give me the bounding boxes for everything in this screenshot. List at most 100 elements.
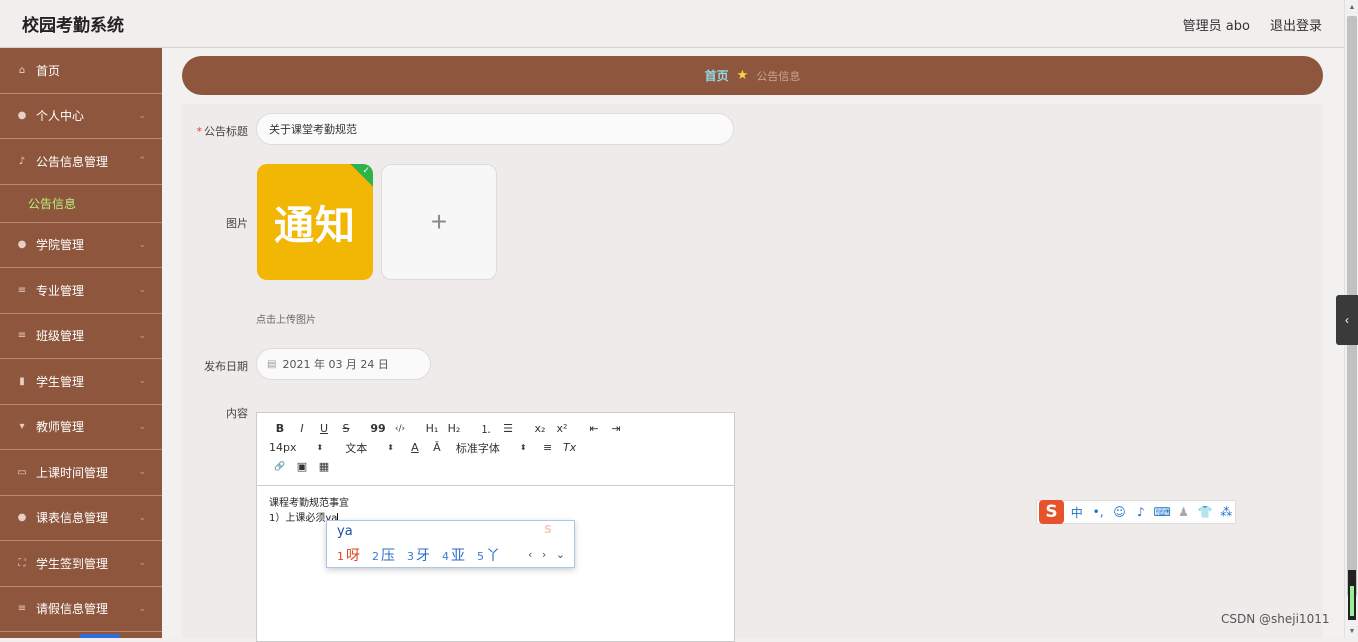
skin-icon[interactable]: 👕 xyxy=(1196,503,1213,521)
account-icon[interactable]: ♟ xyxy=(1175,503,1192,521)
link-button[interactable]: 🔗 xyxy=(269,458,291,476)
sogou-logo-icon[interactable]: S xyxy=(1039,500,1065,524)
chinese-mode-icon[interactable]: 中 xyxy=(1068,503,1085,521)
indent-button[interactable]: ⇥ xyxy=(605,420,627,438)
h1-button[interactable]: H₁ xyxy=(421,420,443,438)
chevron-down-icon: ⌄ xyxy=(138,512,146,523)
header-right: 管理员 abo 退出登录 xyxy=(1183,0,1322,48)
scroll-down-arrow-icon[interactable]: ▼ xyxy=(1345,624,1358,638)
sidebar-item-label: 首页 xyxy=(36,63,61,78)
ime-candidate[interactable]: 4亚 xyxy=(442,545,465,565)
date-label: 发布日期 xyxy=(204,360,248,373)
level-meter xyxy=(1348,570,1356,620)
clear-format-button[interactable]: Tx xyxy=(559,439,581,457)
sidebar-scroll-indicator xyxy=(0,634,162,638)
scroll-up-arrow-icon[interactable]: ▲ xyxy=(1345,0,1358,14)
select-arrow-icon: ⬍ xyxy=(387,443,394,452)
punctuation-icon[interactable]: •, xyxy=(1089,503,1106,521)
font-family-select[interactable]: 标准字体 ⬍ xyxy=(456,440,527,456)
list-icon: ≡ xyxy=(17,603,27,615)
check-icon: ✓ xyxy=(362,165,370,175)
breadcrumb-home[interactable]: 首页 xyxy=(705,67,729,84)
date-input[interactable]: ▤ 2021 年 03 月 24 日 xyxy=(256,348,431,380)
select-arrow-icon: ⬍ xyxy=(519,443,527,452)
voice-icon[interactable]: ♪ xyxy=(1132,503,1149,521)
bullet-list-button[interactable]: ☰ xyxy=(497,420,519,438)
title-input[interactable]: 关于课堂考勤规范 xyxy=(256,113,734,145)
user-icon: ● xyxy=(17,110,27,122)
sidebar-item-major-mgmt[interactable]: ≡ 专业管理 ⌄ xyxy=(0,268,162,314)
emoji-icon[interactable]: ☺ xyxy=(1111,503,1128,521)
sidebar-item-label: 课表信息管理 xyxy=(36,511,109,526)
bars-icon: ▮ xyxy=(19,375,25,387)
font-size-select[interactable]: 14px ⬍ xyxy=(269,441,323,454)
header-format-select[interactable]: 文本 ⬍ xyxy=(345,440,394,456)
calendar-icon: ▤ xyxy=(267,358,277,370)
pin-icon: ● xyxy=(17,239,27,251)
bold-button[interactable]: B xyxy=(269,420,291,438)
sidebar-item-personal-center[interactable]: ● 个人中心 ⌄ xyxy=(0,94,162,139)
ime-candidate[interactable]: 3牙 xyxy=(407,545,430,565)
content-label: 内容 xyxy=(226,407,248,420)
ime-candidate[interactable]: 1呀 xyxy=(337,545,360,565)
strike-button[interactable]: S xyxy=(335,420,357,438)
chevron-left-icon: ‹ xyxy=(1345,313,1349,327)
sidebar-subitem-announcement[interactable]: 公告信息 xyxy=(0,185,162,223)
sidebar-item-teacher-mgmt[interactable]: ▾ 教师管理 ⌄ xyxy=(0,405,162,450)
pin-icon: ▾ xyxy=(19,421,25,433)
plus-icon: + xyxy=(430,206,448,237)
add-image-button[interactable]: + xyxy=(381,164,497,280)
notice-image-text: 通知 xyxy=(274,202,356,249)
ime-candidate-list: 1呀 2压 3牙 4亚 5丫 xyxy=(337,545,512,565)
frame-icon: ⛶ xyxy=(18,557,26,569)
align-button[interactable]: ≡ xyxy=(537,439,559,457)
editor-toolbar: B I U S 99 ‹/› H₁ H₂ ⒈ ☰ x₂ x² ⇤ ⇥ 14px … xyxy=(257,413,734,486)
sidebar-item-label: 请假信息管理 xyxy=(36,602,109,617)
chevron-down-icon: ⌄ xyxy=(138,421,146,432)
toolbox-icon[interactable]: ⁂ xyxy=(1218,503,1235,521)
sidebar-item-class-mgmt[interactable]: ≡ 班级管理 ⌄ xyxy=(0,314,162,359)
sidebar-item-label: 个人中心 xyxy=(36,109,85,124)
chevron-down-icon: ⌄ xyxy=(138,285,146,296)
quote-button[interactable]: 99 xyxy=(367,420,389,438)
select-arrow-icon: ⬍ xyxy=(316,443,324,452)
sliders-icon: ≡ xyxy=(17,284,27,296)
title-label: * 公告标题 xyxy=(196,125,249,138)
sidebar-item-home[interactable]: ⌂ 首页 xyxy=(0,48,162,94)
watermark: CSDN @sheji1011 xyxy=(1221,612,1330,626)
underline-button[interactable]: U xyxy=(313,420,335,438)
uploaded-image-thumbnail[interactable]: 通知 ✓ xyxy=(257,164,373,280)
keyboard-icon[interactable]: ⌨ xyxy=(1154,503,1171,521)
ordered-list-button[interactable]: ⒈ xyxy=(475,420,497,438)
sidebar-item-student-mgmt[interactable]: ▮ 学生管理 ⌄ xyxy=(0,359,162,405)
sidebar-item-label: 教师管理 xyxy=(36,420,85,435)
ime-candidate[interactable]: 2压 xyxy=(372,545,395,565)
home-icon: ⌂ xyxy=(18,64,26,76)
sidebar-item-leave-mgmt[interactable]: ≡ 请假信息管理 ⌄ xyxy=(0,587,162,632)
sidebar-item-checkin-mgmt[interactable]: ⛶ 学生签到管理 ⌄ xyxy=(0,541,162,587)
subscript-button[interactable]: x₂ xyxy=(529,420,551,438)
video-button[interactable]: ▦ xyxy=(313,458,335,476)
sidebar-item-announcement-mgmt[interactable]: ♪ 公告信息管理 ⌃ xyxy=(0,139,162,185)
breadcrumb: 首页 ★ 公告信息 xyxy=(182,56,1323,95)
h2-button[interactable]: H₂ xyxy=(443,420,465,438)
italic-button[interactable]: I xyxy=(291,420,313,438)
sidebar-item-label: 上课时间管理 xyxy=(36,465,109,480)
sidebar: ⌂ 首页 ● 个人中心 ⌄ ♪ 公告信息管理 ⌃ 公告信息 ● 学院管理 ⌄ ≡… xyxy=(0,48,162,638)
image-button[interactable]: ▣ xyxy=(291,458,313,476)
ime-page-nav[interactable]: ‹ › ⌄ xyxy=(528,548,568,561)
mic-icon: ♪ xyxy=(18,155,26,167)
superscript-button[interactable]: x² xyxy=(551,420,573,438)
code-button[interactable]: ‹/› xyxy=(389,420,411,438)
outdent-button[interactable]: ⇤ xyxy=(583,420,605,438)
sidebar-item-class-time-mgmt[interactable]: ▭ 上课时间管理 ⌄ xyxy=(0,450,162,496)
ime-candidate[interactable]: 5丫 xyxy=(477,545,500,565)
current-user-label: 管理员 abo xyxy=(1182,18,1250,34)
sidebar-item-schedule-mgmt[interactable]: ● 课表信息管理 ⌄ xyxy=(0,496,162,541)
list-icon: ≡ xyxy=(17,330,27,342)
sidebar-item-college-mgmt[interactable]: ● 学院管理 ⌄ xyxy=(0,223,162,268)
text-color-button[interactable]: A xyxy=(404,439,426,457)
logout-link[interactable]: 退出登录 xyxy=(1270,15,1322,34)
background-color-button[interactable]: Ā xyxy=(426,439,448,457)
side-panel-toggle[interactable]: ‹ xyxy=(1336,295,1358,345)
